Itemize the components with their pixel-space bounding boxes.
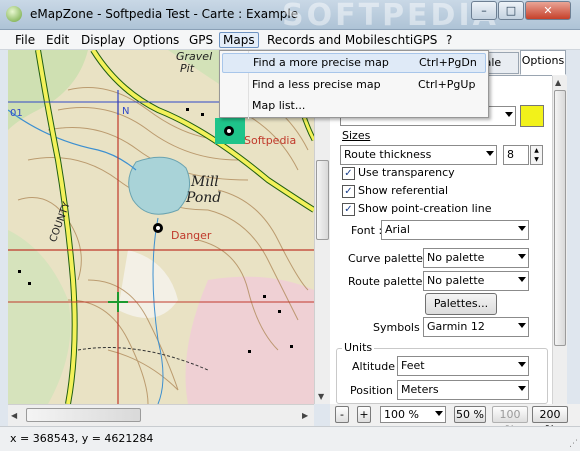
sizes-select-value: Route thickness [344, 148, 432, 161]
menu-item-shortcut: Ctrl+PgDn [419, 56, 477, 69]
watermark: SOFTPEDIA [282, 0, 499, 33]
zoom-level-value: 100 % [384, 408, 419, 421]
close-button[interactable]: ✕ [525, 1, 571, 20]
menu-maps[interactable]: Maps [219, 32, 259, 48]
position-label: Position : [350, 384, 401, 397]
zoom-50-button[interactable]: 50 % [454, 406, 486, 423]
curve-palette-value: No palette [427, 251, 485, 264]
curve-palette-select[interactable]: No palette [423, 248, 529, 268]
menu-edit[interactable]: Edit [43, 32, 72, 48]
menu-help[interactable]: ? [443, 32, 455, 48]
menu-item-find-less-precise-map[interactable]: Find a less precise map Ctrl+PgUp [222, 75, 486, 95]
curve-palette-label: Curve palette : [348, 252, 431, 265]
title-bar: eMapZone - Softpedia Test - Carte : Exam… [0, 0, 580, 33]
grid-label-n: N [122, 106, 130, 117]
show-referential-label: Show referential [358, 184, 449, 197]
status-bar: x = 368543, y = 4621284 ⋰ [0, 426, 580, 451]
menu-options[interactable]: Options [130, 32, 182, 48]
map-label-danger: Danger [171, 229, 212, 242]
minimize-button[interactable]: – [471, 1, 497, 20]
route-palette-label: Route palette : [348, 275, 430, 288]
resize-grip-icon[interactable]: ⋰ [569, 439, 578, 449]
map-label-mill: Mill [191, 174, 219, 190]
options-scroll-thumb[interactable] [554, 90, 566, 346]
window-title: eMapZone - Softpedia Test - Carte : Exam… [30, 7, 299, 21]
menu-gps[interactable]: GPS [186, 32, 216, 48]
symbols-value: Garmin 12 [427, 320, 485, 333]
menu-bar: File Edit Display Options GPS Maps Recor… [0, 30, 580, 50]
zoom-200-button[interactable]: 200 % [532, 406, 568, 436]
menu-records-and-mobiles[interactable]: Records and Mobiles [264, 32, 394, 48]
altitude-label: Altitude : [352, 360, 403, 373]
scroll-left-icon[interactable]: ◀ [11, 411, 17, 420]
grid-label-01: 01 [10, 108, 23, 119]
menu-file[interactable]: File [12, 32, 38, 48]
use-transparency-checkbox[interactable]: ✓ [342, 167, 355, 180]
options-scroll-up-icon[interactable]: ▲ [555, 78, 561, 87]
route-palette-value: No palette [427, 274, 485, 287]
map-label-pond: Pond [186, 190, 222, 206]
show-point-creation-line-label: Show point-creation line [358, 202, 492, 215]
zoom-in-button[interactable]: + [357, 406, 371, 423]
menu-item-label: Find a more precise map [253, 56, 389, 69]
symbols-select[interactable]: Garmin 12 [423, 317, 529, 337]
coordinates-readout: x = 368543, y = 4621284 [10, 432, 154, 445]
size-spinner[interactable]: ▲ ▼ [530, 145, 543, 165]
maps-dropdown-menu: Find a more precise map Ctrl+PgDn Find a… [219, 50, 489, 119]
app-icon [6, 6, 22, 22]
font-label: Font : [351, 224, 383, 237]
map-label-pit: Pit [180, 62, 195, 75]
size-value-field[interactable]: 8 [503, 145, 529, 165]
horizontal-scroll-thumb[interactable] [26, 408, 141, 422]
altitude-value: Feet [401, 359, 425, 372]
options-scrollbar[interactable]: ▲ [552, 76, 567, 404]
scroll-down-icon[interactable]: ▼ [318, 392, 324, 401]
menu-item-map-list[interactable]: Map list... [222, 96, 486, 116]
scroll-right-icon[interactable]: ▶ [302, 411, 308, 420]
menu-chtigps[interactable]: chtiGPS [388, 32, 440, 48]
map-label-softpedia: Softpedia [244, 134, 297, 147]
zoom-level-select[interactable]: 100 % [380, 406, 446, 423]
show-referential-checkbox[interactable]: ✓ [342, 185, 355, 198]
position-select[interactable]: Meters [397, 380, 529, 400]
color-swatch-fill [521, 106, 543, 126]
color-swatch[interactable] [520, 105, 544, 127]
menu-item-label: Find a less precise map [252, 78, 381, 91]
map-horizontal-scrollbar[interactable]: ◀ ▶ [8, 404, 314, 426]
altitude-select[interactable]: Feet [397, 356, 529, 376]
menu-display[interactable]: Display [78, 32, 128, 48]
symbols-label: Symbols : [373, 321, 427, 334]
palettes-button[interactable]: Palettes... [425, 293, 497, 315]
font-select[interactable]: Arial [381, 220, 529, 240]
menu-item-shortcut: Ctrl+PgUp [418, 78, 476, 91]
zoom-100-button[interactable]: 100 % [492, 406, 528, 436]
units-label: Units [342, 341, 375, 354]
zoom-out-button[interactable]: - [335, 406, 349, 423]
show-point-creation-line-checkbox[interactable]: ✓ [342, 203, 355, 216]
sizes-label: Sizes [342, 129, 371, 142]
font-select-value: Arial [385, 223, 410, 236]
position-value: Meters [401, 383, 439, 396]
use-transparency-label: Use transparency [358, 166, 455, 179]
maximize-button[interactable]: □ [498, 1, 524, 20]
route-palette-select[interactable]: No palette [423, 271, 529, 291]
vertical-scroll-thumb[interactable] [316, 160, 329, 240]
menu-item-label: Map list... [252, 99, 306, 112]
menu-item-find-more-precise-map[interactable]: Find a more precise map Ctrl+PgDn [222, 53, 486, 73]
tab-options[interactable]: Options [520, 50, 566, 75]
sizes-select[interactable]: Route thickness [340, 145, 497, 165]
size-value-text: 8 [507, 148, 514, 161]
